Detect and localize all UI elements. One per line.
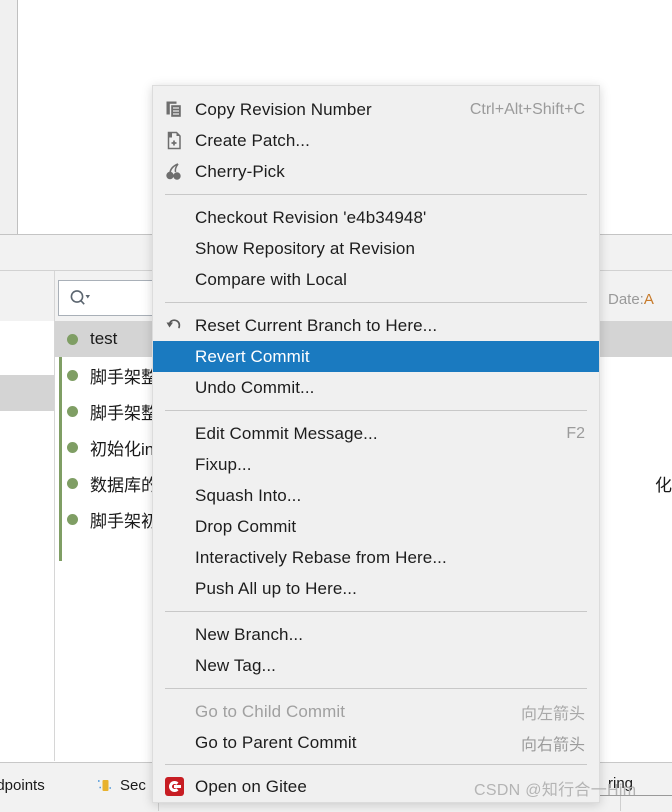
- commit-message: 脚手架初: [90, 511, 158, 531]
- search-icon: [69, 289, 91, 307]
- commit-node-icon: [67, 333, 78, 345]
- commit-node-icon: [67, 513, 78, 525]
- menu-item-push-all-up-to-here[interactable]: Push All up to Here...: [153, 573, 599, 604]
- commit-message: 初始化in: [90, 439, 155, 459]
- cherry-pick-icon: [165, 162, 195, 181]
- menu-item-label: Compare with Local: [195, 269, 348, 289]
- menu-item-label: Drop Commit: [195, 516, 297, 536]
- patch-icon: [165, 131, 195, 150]
- menu-separator: [165, 764, 587, 765]
- editor-gutter: [0, 0, 18, 234]
- menu-separator: [165, 194, 587, 195]
- menu-item-label: Create Patch...: [195, 130, 310, 150]
- menu-item-cherry-pick[interactable]: Cherry-Pick: [153, 156, 599, 187]
- menu-item-label: Revert Commit: [195, 346, 310, 366]
- status-endpoints[interactable]: ndpoints: [0, 777, 45, 794]
- csdn-watermark: CSDN @知行合一Him: [474, 782, 637, 799]
- menu-separator: [165, 302, 587, 303]
- menu-separator: [165, 410, 587, 411]
- menu-item-label: Interactively Rebase from Here...: [195, 547, 447, 567]
- gitee-icon: [165, 777, 195, 796]
- menu-item-drop-commit[interactable]: Drop Commit: [153, 511, 599, 542]
- menu-item-shortcut: 向右箭头: [520, 736, 585, 754]
- menu-item-interactively-rebase-from-here[interactable]: Interactively Rebase from Here...: [153, 542, 599, 573]
- status-endpoints-label: ndpoints: [0, 777, 45, 794]
- menu-separator: [165, 611, 587, 612]
- menu-item-compare-with-local[interactable]: Compare with Local: [153, 264, 599, 295]
- commit-node-icon: [67, 441, 78, 453]
- menu-item-squash-into[interactable]: Squash Into...: [153, 480, 599, 511]
- menu-item-label: Go to Parent Commit: [195, 732, 357, 752]
- menu-item-shortcut: Ctrl+Alt+Shift+C: [469, 100, 585, 118]
- commit-node-icon: [67, 369, 78, 381]
- toolbar-vertical-divider: [54, 271, 55, 321]
- commit-context-menu[interactable]: Copy Revision Number Ctrl+Alt+Shift+C Cr…: [152, 85, 600, 803]
- search-input[interactable]: [58, 280, 155, 316]
- menu-item-undo-commit[interactable]: Undo Commit...: [153, 372, 599, 403]
- commit-message: 脚手架整: [90, 367, 158, 387]
- menu-separator: [165, 688, 587, 689]
- menu-item-revert-commit[interactable]: Revert Commit: [153, 341, 599, 372]
- menu-item-label: New Tag...: [195, 655, 277, 675]
- menu-item-new-tag[interactable]: New Tag...: [153, 650, 599, 681]
- menu-item-label: Copy Revision Number: [195, 99, 372, 119]
- menu-item-new-branch[interactable]: New Branch...: [153, 619, 599, 650]
- menu-item-go-to-child-commit: Go to Child Commit 向左箭头: [153, 696, 599, 727]
- menu-item-label: Reset Current Branch to Here...: [195, 315, 438, 335]
- commit-gutter-selection: [0, 375, 54, 411]
- menu-item-label: Edit Commit Message...: [195, 423, 378, 443]
- services-icon: [96, 777, 113, 794]
- menu-item-reset-current-branch-to-here[interactable]: Reset Current Branch to Here...: [153, 310, 599, 341]
- menu-item-fixup[interactable]: Fixup...: [153, 449, 599, 480]
- commit-message: 脚手架整: [90, 403, 158, 423]
- menu-item-label: Squash Into...: [195, 485, 302, 505]
- commit-message: 数据库的: [90, 475, 158, 495]
- date-header-label: Date:: [608, 290, 644, 308]
- menu-item-label: New Branch...: [195, 624, 304, 644]
- menu-item-shortcut: 向左箭头: [520, 705, 585, 723]
- menu-item-edit-commit-message[interactable]: Edit Commit Message... F2: [153, 418, 599, 449]
- menu-item-copy-revision-number[interactable]: Copy Revision Number Ctrl+Alt+Shift+C: [153, 94, 599, 125]
- commit-message-overflow: 化: [655, 475, 672, 495]
- commit-node-icon: [67, 477, 78, 489]
- commit-message: test: [90, 329, 118, 348]
- menu-item-go-to-parent-commit[interactable]: Go to Parent Commit 向右箭头: [153, 727, 599, 758]
- menu-item-label: Go to Child Commit: [195, 701, 346, 721]
- menu-item-label: Push All up to Here...: [195, 578, 357, 598]
- menu-item-label: Cherry-Pick: [195, 161, 285, 181]
- menu-item-shortcut: F2: [566, 424, 585, 442]
- copy-icon: [165, 100, 195, 119]
- commit-node-icon: [67, 405, 78, 417]
- date-column-header: Date: A: [608, 281, 672, 317]
- status-services-label: Sec: [120, 777, 146, 794]
- menu-item-show-repository-at-revision[interactable]: Show Repository at Revision: [153, 233, 599, 264]
- menu-item-label: Undo Commit...: [195, 377, 315, 397]
- menu-item-label: Fixup...: [195, 454, 252, 474]
- menu-item-create-patch[interactable]: Create Patch...: [153, 125, 599, 156]
- menu-item-label: Checkout Revision 'e4b34948': [195, 207, 427, 227]
- menu-item-label: Show Repository at Revision: [195, 238, 416, 258]
- date-header-value: A: [643, 290, 654, 308]
- reset-arrow-icon: [165, 316, 195, 335]
- status-services[interactable]: Sec: [96, 777, 146, 794]
- menu-item-checkout-revision[interactable]: Checkout Revision 'e4b34948': [153, 202, 599, 233]
